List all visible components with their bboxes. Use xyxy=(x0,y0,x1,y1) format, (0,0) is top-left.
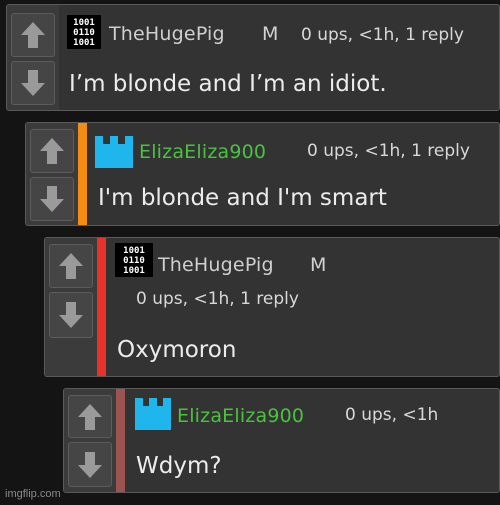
downvote-button[interactable] xyxy=(11,61,55,105)
arrow-up-icon xyxy=(59,253,83,279)
comment-meta: 0 ups, <1h, 1 reply xyxy=(136,289,299,309)
thread-stripe xyxy=(97,238,106,376)
svg-text:1001: 1001 xyxy=(73,18,95,28)
vote-panel xyxy=(64,389,116,492)
thread-stripe xyxy=(116,389,125,492)
comment-3: 1001 0110 1001 TheHugePig M 0 ups, <1h, … xyxy=(44,237,500,377)
comment-2: ElizaEliza900 0 ups, <1h, 1 reply I'm bl… xyxy=(25,122,500,226)
vote-panel xyxy=(45,238,97,376)
upvote-button[interactable] xyxy=(49,244,93,288)
upvote-button[interactable] xyxy=(11,13,55,57)
comment-text: Oxymoron xyxy=(117,337,237,363)
downvote-button[interactable] xyxy=(68,442,112,487)
arrow-down-icon xyxy=(21,70,45,96)
binary-code-icon[interactable]: 1001 0110 1001 xyxy=(115,243,153,277)
cyan-castle-icon[interactable] xyxy=(134,397,172,431)
svg-text:0110: 0110 xyxy=(73,28,95,38)
downvote-button[interactable] xyxy=(30,177,74,221)
comment-text: I'm blonde and I'm smart xyxy=(98,185,387,211)
username-link[interactable]: ElizaEliza900 xyxy=(177,405,304,427)
gender-badge: M xyxy=(262,23,279,45)
comment-4: ElizaEliza900 0 ups, <1h Wdym? xyxy=(63,388,500,493)
arrow-up-icon xyxy=(40,138,64,164)
comment-meta: 0 ups, <1h, 1 reply xyxy=(307,141,470,161)
binary-code-icon[interactable]: 1001 0110 1001 xyxy=(67,15,101,49)
gender-badge: M xyxy=(310,254,327,276)
comment-1: 1001 0110 1001 TheHugePig M 0 ups, <1h, … xyxy=(6,4,500,111)
arrow-down-icon xyxy=(59,302,83,328)
comment-text: Wdym? xyxy=(136,453,222,479)
upvote-button[interactable] xyxy=(68,395,112,438)
svg-text:1001: 1001 xyxy=(123,246,145,256)
upvote-button[interactable] xyxy=(30,129,74,173)
svg-text:1001: 1001 xyxy=(123,266,145,276)
thread-stripe xyxy=(78,123,87,225)
arrow-down-icon xyxy=(40,186,64,212)
vote-panel xyxy=(7,5,59,110)
comment-meta: 0 ups, <1h xyxy=(345,405,439,425)
cyan-castle-icon[interactable] xyxy=(94,135,134,169)
arrow-down-icon xyxy=(78,451,102,478)
downvote-button[interactable] xyxy=(49,292,93,338)
username-link[interactable]: TheHugePig xyxy=(109,23,225,45)
arrow-up-icon xyxy=(21,22,45,48)
vote-panel xyxy=(26,123,78,225)
comment-text: I’m blonde and I’m an idiot. xyxy=(69,71,387,97)
username-link[interactable]: ElizaEliza900 xyxy=(139,141,266,163)
watermark: imgflip.com xyxy=(5,488,61,500)
svg-text:0110: 0110 xyxy=(123,256,145,266)
arrow-up-icon xyxy=(78,403,102,430)
svg-text:1001: 1001 xyxy=(73,38,95,48)
comment-meta: 0 ups, <1h, 1 reply xyxy=(301,25,464,45)
username-link[interactable]: TheHugePig xyxy=(158,254,274,276)
